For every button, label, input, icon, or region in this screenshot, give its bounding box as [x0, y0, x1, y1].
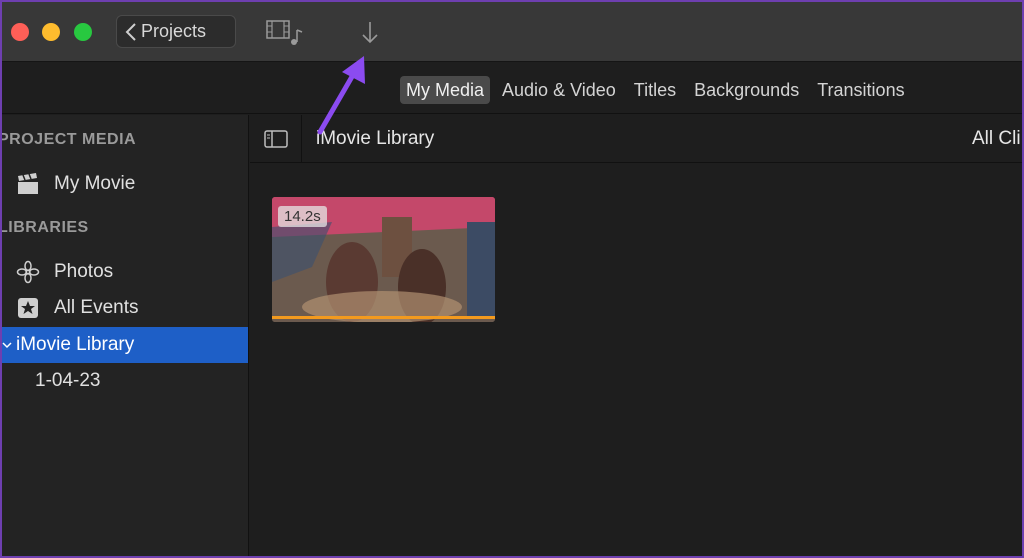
projects-back-button[interactable]: Projects — [116, 15, 236, 48]
imovie-window: Projects My Media Audio & Video Titles B… — [0, 0, 1024, 558]
chevron-down-icon — [2, 342, 12, 349]
photos-flower-icon — [16, 260, 40, 284]
close-window-button[interactable] — [11, 23, 29, 41]
titlebar: Projects — [2, 2, 1022, 62]
clapperboard-icon — [18, 173, 38, 194]
library-title: iMovie Library — [316, 128, 435, 149]
tab-transitions[interactable]: Transitions — [811, 76, 910, 104]
sidebar-item-all-events[interactable]: All Events — [2, 290, 248, 326]
minimize-window-button[interactable] — [42, 23, 60, 41]
sidebar-item-event[interactable]: 1-04-23 — [2, 363, 248, 399]
star-box-icon — [18, 298, 38, 318]
tab-my-media[interactable]: My Media — [400, 76, 491, 104]
media-browser-tabs-row: My Media Audio & Video Titles Background… — [2, 62, 1022, 114]
clip-filter-dropdown[interactable]: All Cli — [972, 128, 1021, 150]
sidebar-item-label: My Movie — [54, 173, 136, 194]
chevron-left-icon — [125, 22, 136, 41]
project-media-heading: PROJECT MEDIA — [0, 131, 137, 148]
sidebar-item-photos[interactable]: Photos — [2, 254, 248, 290]
libraries-heading: LIBRARIES — [0, 219, 89, 236]
projects-back-label: Projects — [141, 21, 207, 41]
clip-duration-badge: 14.2s — [278, 206, 327, 227]
sidebar-item-imovie-library[interactable]: iMovie Library — [2, 327, 248, 363]
clip-usage-bar — [272, 316, 495, 319]
video-clip-thumbnail[interactable]: 14.2s — [272, 197, 495, 322]
sidebar-item-my-movie[interactable]: My Movie — [2, 166, 248, 202]
media-browser-tabs: My Media Audio & Video Titles Background… — [400, 76, 911, 104]
film-music-icon[interactable] — [266, 18, 308, 48]
sidebar-item-label: 1-04-23 — [35, 370, 101, 391]
toggle-sidebar-button[interactable] — [250, 115, 302, 163]
libraries-sidebar: PROJECT MEDIA My Movie LIBRARIES Photos … — [0, 115, 249, 556]
tab-audio-video[interactable]: Audio & Video — [496, 76, 622, 104]
content-header: iMovie Library All Cli — [250, 115, 1022, 163]
tab-titles[interactable]: Titles — [628, 76, 682, 104]
sidebar-toggle-icon — [263, 130, 288, 148]
sidebar-item-label: Photos — [54, 261, 114, 282]
tab-backgrounds[interactable]: Backgrounds — [688, 76, 805, 104]
import-arrow-icon[interactable] — [360, 20, 380, 46]
sidebar-item-label: iMovie Library — [16, 334, 135, 355]
sidebar-item-label: All Events — [54, 297, 139, 318]
zoom-window-button[interactable] — [74, 23, 92, 41]
